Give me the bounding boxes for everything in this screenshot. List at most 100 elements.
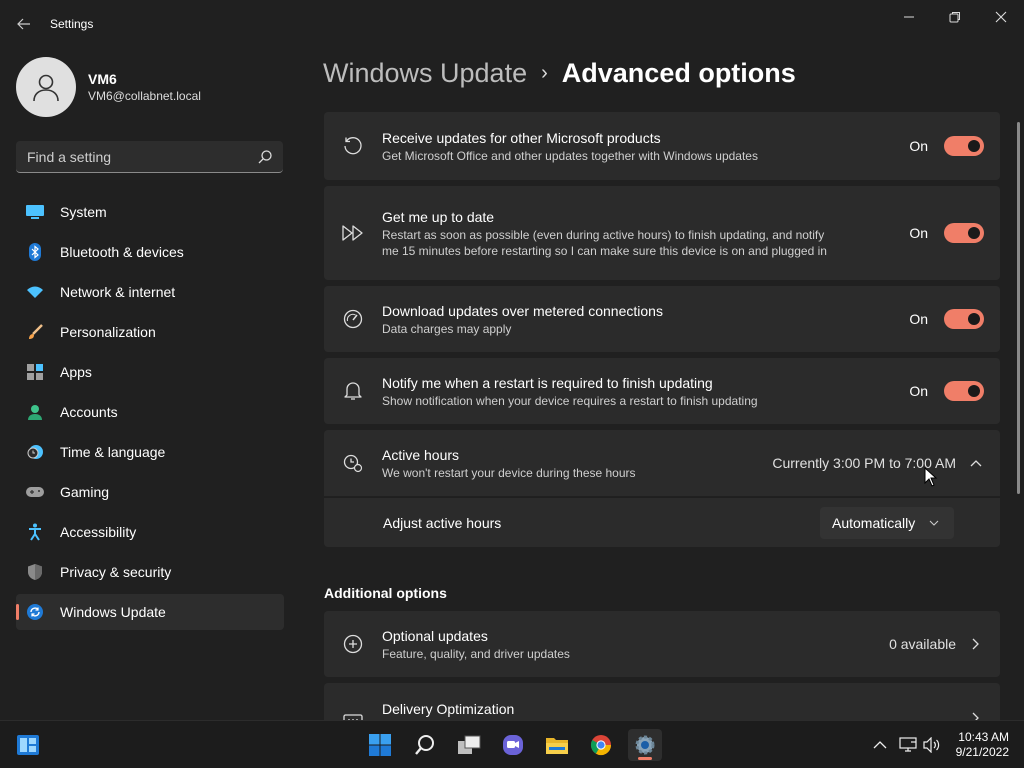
sidebar-item-label: Personalization bbox=[60, 324, 156, 340]
task-view-button[interactable] bbox=[452, 729, 486, 761]
get-me-up-to-date-toggle[interactable] bbox=[944, 223, 984, 243]
shield-icon bbox=[26, 563, 44, 581]
clock-globe-icon bbox=[26, 443, 44, 461]
sidebar-item-accounts[interactable]: Accounts bbox=[16, 394, 284, 430]
breadcrumb-parent[interactable]: Windows Update bbox=[323, 58, 527, 89]
widgets-button[interactable] bbox=[11, 729, 45, 761]
mouse-cursor-icon bbox=[924, 467, 938, 487]
breadcrumb: Windows Update › Advanced options bbox=[323, 58, 796, 89]
sidebar-item-label: Apps bbox=[60, 364, 92, 380]
setting-get-me-up-to-date: Get me up to date Restart as soon as pos… bbox=[324, 186, 1000, 280]
gauge-icon bbox=[324, 309, 382, 329]
chevron-right-icon bbox=[968, 710, 984, 720]
sidebar-item-privacy[interactable]: Privacy & security bbox=[16, 554, 284, 590]
setting-receive-updates: Receive updates for other Microsoft prod… bbox=[324, 112, 1000, 180]
chrome-icon bbox=[590, 735, 612, 756]
receive-updates-toggle[interactable] bbox=[944, 136, 984, 156]
chevron-up-icon bbox=[873, 741, 887, 749]
gear-icon bbox=[635, 735, 655, 755]
profile-email: VM6@collabnet.local bbox=[88, 89, 201, 103]
clock-time: 10:43 AM bbox=[958, 730, 1009, 744]
adjust-active-hours-label: Adjust active hours bbox=[383, 514, 502, 531]
network-tray-button[interactable] bbox=[898, 735, 918, 755]
search-icon[interactable] bbox=[257, 149, 273, 165]
chevron-down-icon bbox=[926, 515, 942, 531]
task-view-icon bbox=[458, 735, 481, 754]
taskbar-clock[interactable]: 10:43 AM 9/21/2022 bbox=[951, 730, 1009, 760]
metered-connections-toggle[interactable] bbox=[944, 309, 984, 329]
refresh-icon bbox=[324, 136, 382, 156]
setting-metered-connections: Download updates over metered connection… bbox=[324, 286, 1000, 352]
sidebar-nav: System Bluetooth & devices Network & int… bbox=[16, 194, 284, 634]
taskbar-search-button[interactable] bbox=[408, 729, 442, 761]
setting-title: Notify me when a restart is required to … bbox=[382, 374, 713, 391]
close-button[interactable] bbox=[978, 4, 1024, 30]
sidebar-item-label: Accessibility bbox=[60, 524, 137, 540]
sidebar-item-personalization[interactable]: Personalization bbox=[16, 314, 284, 350]
sidebar-item-apps[interactable]: Apps bbox=[16, 354, 284, 390]
search-icon bbox=[415, 735, 434, 755]
accessibility-icon bbox=[26, 523, 44, 541]
search-input[interactable] bbox=[27, 148, 247, 165]
brush-icon bbox=[26, 323, 44, 341]
dropdown-selected-value: Automatically bbox=[832, 514, 916, 531]
sidebar-item-accessibility[interactable]: Accessibility bbox=[16, 514, 284, 550]
toggle-state-label: On bbox=[909, 138, 928, 154]
fast-forward-icon bbox=[324, 225, 382, 241]
sidebar-item-windows-update[interactable]: Windows Update bbox=[16, 594, 284, 630]
profile-name: VM6 bbox=[88, 71, 117, 87]
show-hidden-icons-button[interactable] bbox=[870, 735, 890, 755]
setting-description: Data charges may apply bbox=[382, 321, 512, 336]
toggle-state-label: On bbox=[909, 225, 928, 241]
setting-description: Get Microsoft Office and other updates t… bbox=[382, 148, 758, 163]
delivery-optimization-icon bbox=[324, 700, 382, 720]
sidebar-item-network[interactable]: Network & internet bbox=[16, 274, 284, 310]
title-bar: Settings bbox=[0, 0, 1024, 48]
chevron-up-icon[interactable] bbox=[968, 455, 984, 471]
setting-notify-restart: Notify me when a restart is required to … bbox=[324, 358, 1000, 424]
start-button[interactable] bbox=[363, 729, 397, 761]
sidebar-item-label: Windows Update bbox=[60, 604, 166, 620]
setting-title: Active hours bbox=[382, 446, 460, 463]
optional-updates-count: 0 available bbox=[889, 636, 956, 652]
minimize-button[interactable] bbox=[886, 4, 932, 30]
person-icon bbox=[26, 403, 44, 421]
setting-active-hours[interactable]: Active hours We won't restart your devic… bbox=[324, 430, 1000, 496]
widgets-icon bbox=[17, 735, 39, 755]
scrollbar[interactable] bbox=[1017, 122, 1020, 494]
chat-button[interactable] bbox=[496, 729, 530, 761]
search-box[interactable] bbox=[16, 141, 283, 173]
sidebar-item-bluetooth[interactable]: Bluetooth & devices bbox=[16, 234, 284, 270]
optional-updates-link[interactable]: Optional updates Feature, quality, and d… bbox=[324, 611, 1000, 677]
active-hours-dropdown[interactable]: Automatically bbox=[820, 506, 954, 539]
monitor-icon bbox=[26, 203, 44, 221]
adjust-active-hours-row: Adjust active hours Automatically bbox=[324, 497, 1000, 547]
folder-icon bbox=[546, 738, 568, 754]
back-button[interactable] bbox=[12, 12, 36, 36]
notify-restart-toggle[interactable] bbox=[944, 381, 984, 401]
setting-description: Restart as soon as possible (even during… bbox=[382, 227, 827, 258]
settings-content: Receive updates for other Microsoft prod… bbox=[324, 112, 1000, 720]
setting-description: We won't restart your device during thes… bbox=[382, 465, 636, 480]
sidebar-item-system[interactable]: System bbox=[16, 194, 284, 230]
plus-circle-icon bbox=[324, 634, 382, 654]
avatar bbox=[16, 57, 76, 117]
sidebar-item-time-language[interactable]: Time & language bbox=[16, 434, 284, 470]
setting-title: Download updates over metered connection… bbox=[382, 302, 663, 319]
apps-icon bbox=[26, 363, 44, 381]
volume-tray-button[interactable] bbox=[922, 735, 942, 755]
chrome-button[interactable] bbox=[584, 729, 618, 761]
file-explorer-button[interactable] bbox=[540, 729, 574, 761]
setting-title: Receive updates for other Microsoft prod… bbox=[382, 129, 661, 146]
section-heading: Additional options bbox=[324, 585, 447, 601]
sidebar-item-gaming[interactable]: Gaming bbox=[16, 474, 284, 510]
toggle-state-label: On bbox=[909, 383, 928, 399]
settings-app-button[interactable] bbox=[628, 729, 662, 761]
delivery-optimization-link[interactable]: Delivery Optimization bbox=[324, 683, 1000, 720]
page-title: Advanced options bbox=[561, 58, 796, 88]
user-profile[interactable]: VM6 VM6@collabnet.local bbox=[16, 57, 201, 117]
restore-button[interactable] bbox=[932, 4, 978, 30]
setting-description: Show notification when your device requi… bbox=[382, 393, 758, 408]
breadcrumb-separator: › bbox=[541, 62, 548, 84]
volume-icon bbox=[923, 737, 940, 753]
